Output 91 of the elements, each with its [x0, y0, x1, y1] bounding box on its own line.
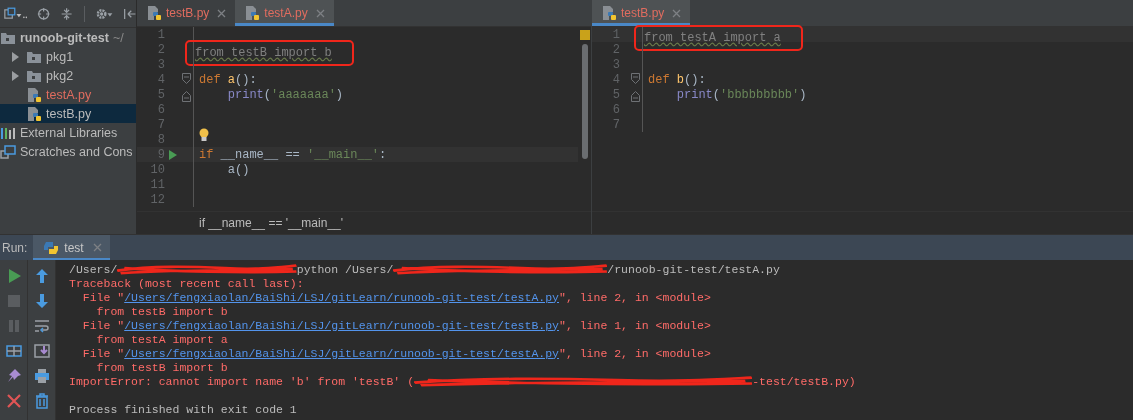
- tree-label: pkg2: [46, 68, 74, 83]
- lightbulb-icon[interactable]: [198, 128, 210, 142]
- tree-label: runoob-git-test: [20, 30, 109, 45]
- scroll-to-end-icon[interactable]: [33, 343, 50, 359]
- python-file-icon: [601, 5, 617, 21]
- console-text: File ": [81, 290, 125, 304]
- soft-wrap-icon[interactable]: [33, 318, 50, 334]
- layout-icon[interactable]: [5, 343, 22, 359]
- scrollbar[interactable]: [581, 44, 588, 159]
- console-text: from testB import b: [95, 304, 228, 318]
- console-text: from testA import a: [95, 332, 228, 346]
- tree-item[interactable]: Scratches and Cons: [0, 142, 136, 161]
- line-number: 4: [611, 72, 620, 87]
- code-line: print('bbbbbbbbb'): [676, 87, 807, 102]
- console-text: /Users/: [69, 262, 118, 276]
- console-text: /runoob-git-test/testA.py: [607, 262, 780, 276]
- file-tab[interactable]: testB.py: [137, 0, 236, 26]
- console-text: ImportError: cannot import name 'b' from 'testB' (: [69, 374, 415, 388]
- locate-icon[interactable]: [37, 5, 51, 22]
- line-number: 3: [611, 57, 620, 72]
- console-text: File ": [81, 318, 125, 332]
- collapse-icon[interactable]: [60, 5, 74, 22]
- python-icon: [43, 239, 60, 256]
- line-number: 3: [156, 57, 165, 72]
- tree-item[interactable]: testA.py: [0, 85, 136, 104]
- project-view-icon[interactable]: [4, 5, 28, 22]
- file-link[interactable]: /Users/fengxiaolan/BaiShi/LSJ/gitLearn/runoob-git-test/testA.py: [124, 290, 559, 304]
- console-text: ", line 2, in <module>: [559, 346, 711, 360]
- tree-label: testA.py: [46, 87, 92, 102]
- python-file-icon: [26, 105, 42, 122]
- line-number: 1: [156, 27, 165, 42]
- close-icon[interactable]: [5, 393, 22, 409]
- file-tab[interactable]: testB.py: [592, 0, 691, 26]
- run-tab[interactable]: test: [33, 235, 110, 260]
- close-icon[interactable]: [672, 8, 682, 18]
- console-text: File ": [81, 346, 125, 360]
- line-number: 10: [149, 162, 165, 177]
- line-number: 5: [611, 87, 620, 102]
- python-file-icon: [146, 5, 162, 21]
- tree-item[interactable]: External Libraries: [0, 123, 136, 142]
- close-icon[interactable]: [92, 243, 102, 252]
- line-number: 6: [611, 102, 620, 117]
- close-icon[interactable]: [217, 8, 227, 18]
- code-line: print('aaaaaaa'): [227, 87, 344, 102]
- code-line: def a():: [199, 72, 257, 87]
- console-text: Traceback (most recent call last):: [69, 276, 304, 290]
- console-text: ", line 1, in <module>: [559, 318, 711, 332]
- breadcrumb[interactable]: if __name__ == '__main__': [199, 216, 344, 230]
- tree-item[interactable]: testB.py: [0, 104, 136, 123]
- line-number: 8: [156, 132, 165, 147]
- fold-icon[interactable]: [182, 72, 191, 87]
- python-file-icon: [26, 86, 42, 103]
- console-text: -test/testB.py): [752, 374, 856, 388]
- panel-title: Run:: [1, 240, 29, 255]
- tree-label: External Libraries: [20, 125, 118, 140]
- line-number: 4: [156, 72, 165, 87]
- code-line: from testA import a: [644, 30, 781, 45]
- tree-label: pkg1: [46, 49, 74, 64]
- python-file-icon: [244, 5, 261, 21]
- tree-label: Scratches and Cons: [20, 144, 133, 159]
- console-text: from testB import b: [95, 360, 228, 374]
- trash-icon[interactable]: [33, 393, 50, 409]
- line-number: 7: [611, 117, 620, 132]
- file-tab[interactable]: testA.py: [235, 0, 334, 26]
- code-line: def b():: [648, 72, 706, 87]
- line-number: 7: [156, 117, 165, 132]
- fold-icon[interactable]: [631, 72, 640, 87]
- close-icon[interactable]: [315, 8, 325, 18]
- line-number: 2: [156, 42, 165, 57]
- warning-marker[interactable]: [579, 30, 590, 40]
- line-number: 11: [149, 177, 165, 192]
- line-number: 2: [611, 42, 620, 57]
- file-link[interactable]: /Users/fengxiaolan/BaiShi/LSJ/gitLearn/runoob-git-test/testB.py: [124, 318, 559, 332]
- console-text: Process finished with exit code 1: [69, 402, 297, 416]
- tree-label: testB.py: [46, 106, 92, 121]
- code-line: from testB import b: [195, 45, 332, 60]
- tree-item[interactable]: runoob-git-test ~/: [0, 28, 136, 47]
- run-icon[interactable]: [167, 148, 178, 161]
- project-path: ~/: [112, 30, 124, 45]
- print-icon[interactable]: [33, 368, 50, 384]
- file-link[interactable]: /Users/fengxiaolan/BaiShi/LSJ/gitLearn/runoob-git-test/testA.py: [124, 346, 559, 360]
- line-number: 6: [156, 102, 165, 117]
- code-line: if __name__ == '__main__':: [199, 147, 387, 162]
- console-text: python /Users/: [296, 262, 394, 276]
- line-number: 12: [149, 192, 165, 207]
- console-text: ", line 2, in <module>: [559, 290, 711, 304]
- tree-item[interactable]: pkg2: [0, 66, 136, 85]
- pin-icon[interactable]: [5, 368, 22, 384]
- line-number: 5: [156, 87, 165, 102]
- tree-item[interactable]: pkg1: [0, 47, 136, 66]
- code-line: a(): [227, 162, 250, 177]
